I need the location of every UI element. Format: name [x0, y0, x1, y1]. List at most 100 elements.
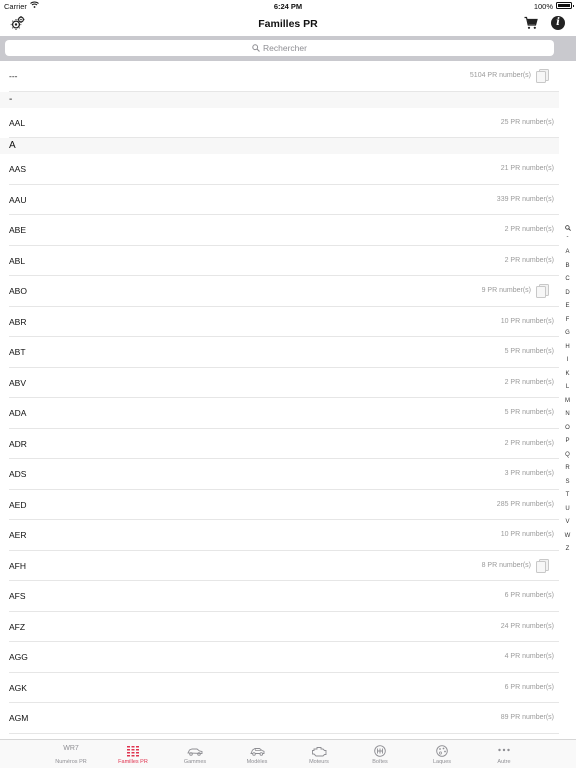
index-letter[interactable]: N: [559, 411, 576, 417]
index-letter[interactable]: B: [559, 263, 576, 269]
pr-count: 5104 PR number(s): [469, 72, 531, 79]
list-item[interactable]: ABV 2 PR number(s): [0, 367, 559, 398]
list-item[interactable]: AER 10 PR number(s): [0, 520, 559, 551]
search-placeholder: Rechercher: [263, 43, 307, 53]
index-letter[interactable]: -: [559, 234, 576, 240]
tab-item[interactable]: Gammes: [164, 740, 226, 768]
page-title: Familles PR: [258, 18, 318, 30]
section-title: A: [9, 140, 16, 151]
family-code: AFZ: [9, 621, 26, 632]
list-item[interactable]: ADA 5 PR number(s): [0, 398, 559, 429]
pr-count: 8 PR number(s): [481, 561, 531, 569]
search-bar: Rechercher: [0, 36, 576, 61]
family-code: ABT: [9, 347, 26, 357]
pr-count: 2 PR number(s): [504, 378, 554, 386]
tab-item[interactable]: WR7 Numéros PR: [40, 740, 102, 768]
pr-count: 5 PR number(s): [504, 348, 554, 355]
list-item[interactable]: AFZ 24 PR number(s): [0, 611, 559, 642]
tab-label: Autre: [497, 759, 511, 765]
palette-icon: [434, 744, 450, 757]
index-letter[interactable]: P: [559, 438, 576, 444]
family-code: ADR: [9, 438, 27, 449]
index-letter[interactable]: E: [559, 303, 576, 309]
index-letter[interactable]: K: [559, 371, 576, 377]
index-letter[interactable]: T: [559, 492, 576, 498]
index-letter[interactable]: Q: [559, 452, 576, 458]
pr-count: 24 PR number(s): [500, 622, 554, 630]
section-title: -: [9, 93, 13, 105]
list-item[interactable]: ABT 5 PR number(s): [0, 337, 559, 368]
index-letter[interactable]: G: [559, 330, 576, 336]
list-item[interactable]: ABL 2 PR number(s): [0, 245, 559, 276]
index-letter[interactable]: W: [559, 533, 576, 539]
section-index[interactable]: - A B C D E F G H I K L M N O P Q R S T U V W Z: [559, 61, 576, 736]
list-item[interactable]: AAS 21 PR number(s): [0, 154, 559, 185]
documents-icon[interactable]: [535, 558, 550, 573]
index-letter[interactable]: A: [559, 249, 576, 255]
list-item[interactable]: AED 285 PR number(s): [0, 489, 559, 520]
family-code: AGG: [9, 652, 28, 662]
tab-label: Familles PR: [118, 759, 148, 765]
family-code: AFH: [9, 560, 26, 571]
index-letter[interactable]: V: [559, 519, 576, 525]
battery-percent: 100%: [533, 2, 553, 11]
pr-count: 10 PR number(s): [500, 317, 554, 325]
index-letter[interactable]: S: [559, 479, 576, 485]
pr-count: 2 PR number(s): [504, 439, 554, 447]
family-code: ---: [9, 71, 18, 81]
families-list[interactable]: --- 5104 PR number(s) - AAL 25 PR number(s) A…: [0, 61, 559, 736]
index-search-icon[interactable]: [559, 225, 576, 233]
index-letter[interactable]: R: [559, 465, 576, 471]
list-item[interactable]: ABE 2 PR number(s): [0, 215, 559, 246]
section-header: -: [0, 91, 559, 108]
family-code: ADS: [9, 469, 27, 479]
row-separator: [9, 732, 559, 734]
list-item[interactable]: ABR 10 PR number(s): [0, 306, 559, 337]
list-item[interactable]: ADS 3 PR number(s): [0, 459, 559, 490]
pr-count: 3 PR number(s): [504, 470, 554, 477]
list-item[interactable]: AFH 8 PR number(s): [0, 550, 559, 581]
wr7-text-icon: WR7: [63, 745, 79, 752]
tab-item[interactable]: Boîtes: [349, 740, 411, 768]
list-item[interactable]: AAU 339 PR number(s): [0, 184, 559, 215]
index-letter[interactable]: M: [559, 398, 576, 404]
pr-count: 6 PR number(s): [504, 592, 554, 599]
section-header: A: [0, 138, 559, 154]
list-item[interactable]: AFS 6 PR number(s): [0, 581, 559, 612]
family-code: ABO: [9, 286, 27, 296]
search-input[interactable]: Rechercher: [5, 40, 554, 56]
list-item[interactable]: ADR 2 PR number(s): [0, 428, 559, 459]
tab-item[interactable]: Laques: [411, 740, 473, 768]
tab-item[interactable]: Familles PR: [102, 740, 164, 768]
tab-label: Laques: [432, 759, 452, 765]
index-letter[interactable]: F: [559, 317, 576, 323]
tab-item[interactable]: Modèles: [226, 740, 288, 768]
family-code: AER: [9, 530, 27, 540]
index-letter[interactable]: H: [559, 344, 576, 350]
list-item[interactable]: AGK 6 PR number(s): [0, 672, 559, 703]
index-letter[interactable]: C: [559, 276, 576, 282]
pr-count: 2 PR number(s): [504, 226, 554, 233]
list-item[interactable]: AGM 89 PR number(s): [0, 703, 559, 734]
index-letter[interactable]: U: [559, 506, 576, 512]
info-icon[interactable]: i: [551, 16, 565, 30]
index-letter[interactable]: O: [559, 425, 576, 431]
index-letter[interactable]: I: [559, 357, 576, 363]
documents-icon[interactable]: [535, 69, 550, 83]
family-code: AFS: [9, 591, 26, 601]
index-letter[interactable]: L: [559, 384, 576, 390]
family-code: AED: [9, 499, 27, 510]
list-item[interactable]: --- 5104 PR number(s): [0, 61, 559, 92]
list-item[interactable]: ABO 9 PR number(s): [0, 276, 559, 307]
index-letter[interactable]: D: [559, 290, 576, 296]
grid-icon: [125, 744, 141, 757]
list-item[interactable]: AGG 4 PR number(s): [0, 642, 559, 673]
index-letter[interactable]: Z: [559, 546, 576, 552]
tab-item[interactable]: Moteurs: [288, 740, 350, 768]
status-bar: Carrier 6:24 PM 100%: [0, 0, 576, 12]
list-item[interactable]: AAL 25 PR number(s): [0, 107, 559, 138]
documents-icon[interactable]: [535, 284, 550, 298]
cart-icon[interactable]: [524, 16, 538, 30]
family-code: ABE: [9, 225, 27, 235]
tab-item[interactable]: Autre: [473, 740, 535, 768]
